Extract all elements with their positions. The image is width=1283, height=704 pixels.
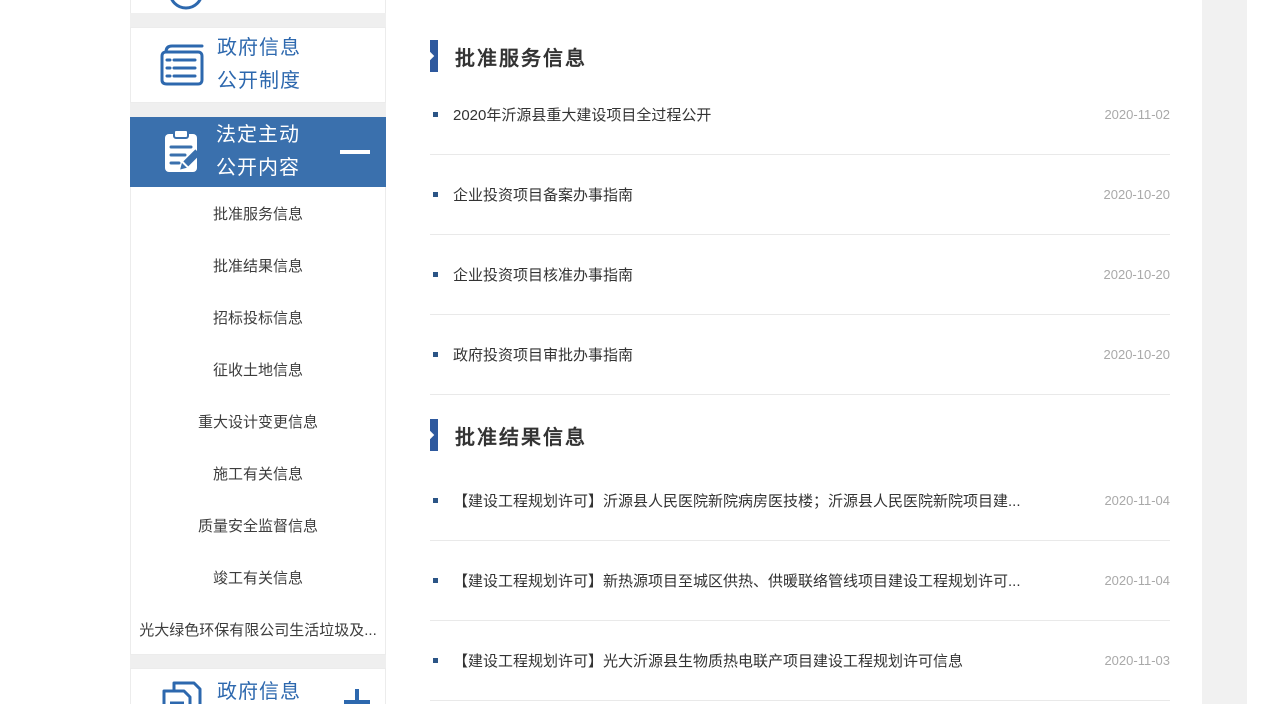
- page: 公开指南 政府信息 公开制度: [0, 0, 1283, 704]
- list-item[interactable]: 企业投资项目备案办事指南 2020-10-20: [430, 155, 1170, 235]
- sidebar-gap: [130, 103, 386, 117]
- section-bar-icon: [430, 419, 438, 451]
- collapse-icon[interactable]: [340, 150, 370, 154]
- sidebar-submenu: 批准服务信息 批准结果信息 招标投标信息 征收土地信息 重大设计变更信息 施工有…: [130, 187, 386, 655]
- item-title: 2020年沂源县重大建设项目全过程公开: [453, 104, 1084, 125]
- sidebar-item-label: 政府信息 公开制度: [217, 32, 301, 98]
- bullet-icon: [433, 498, 438, 503]
- list-item[interactable]: 政府投资项目审批办事指南 2020-10-20: [430, 315, 1170, 395]
- sidebar-item-gov-info-disclosure-system[interactable]: 政府信息 公开制度: [130, 27, 386, 103]
- section-title: 批准服务信息: [455, 42, 587, 71]
- list-item[interactable]: 【建设工程规划许可】新热源项目至城区供热、供暖联络管线项目建设工程规划许可...…: [430, 541, 1170, 621]
- documents-icon: [157, 679, 207, 704]
- item-date: 2020-11-02: [1104, 107, 1170, 122]
- sidebar-subitem-major-design-change[interactable]: 重大设计变更信息: [131, 395, 385, 447]
- sidebar-subitem-everbright-waste[interactable]: 光大绿色环保有限公司生活垃圾及...: [131, 603, 385, 655]
- clipboard-pencil-icon: [156, 128, 206, 176]
- sidebar-gap: [130, 655, 386, 668]
- circle-badge-icon: [161, 0, 211, 11]
- item-date: 2020-11-04: [1104, 573, 1170, 588]
- bullet-icon: [433, 192, 438, 197]
- item-title: 【建设工程规划许可】新热源项目至城区供热、供暖联络管线项目建设工程规划许可...: [453, 570, 1084, 591]
- section-header-approval-service: 批准服务信息: [430, 40, 1170, 72]
- sidebar-subitem-construction[interactable]: 施工有关信息: [131, 447, 385, 499]
- list-item[interactable]: 【建设工程规划许可】光大沂源县生物质热电联产项目建设工程规划许可信息 2020-…: [430, 621, 1170, 701]
- list-item[interactable]: 企业投资项目核准办事指南 2020-10-20: [430, 235, 1170, 315]
- sidebar-gap: [130, 13, 386, 27]
- section-bar-icon: [430, 40, 438, 72]
- sidebar-item-disclosure-guide[interactable]: 公开指南: [130, 0, 386, 13]
- sidebar-item-gov-info[interactable]: 政府信息: [130, 668, 386, 704]
- section-title: 批准结果信息: [455, 421, 587, 450]
- sidebar-subitem-approval-result[interactable]: 批准结果信息: [131, 239, 385, 291]
- approval-result-list: 【建设工程规划许可】沂源县人民医院新院病房医技楼；沂源县人民医院新院项目建...…: [430, 461, 1170, 701]
- sidebar: 公开指南 政府信息 公开制度: [130, 0, 386, 704]
- list-item[interactable]: 【建设工程规划许可】沂源县人民医院新院病房医技楼；沂源县人民医院新院项目建...…: [430, 461, 1170, 541]
- sidebar-subitem-bidding[interactable]: 招标投标信息: [131, 291, 385, 343]
- item-title: 企业投资项目备案办事指南: [453, 184, 1084, 205]
- main-content: 批准服务信息 2020年沂源县重大建设项目全过程公开 2020-11-02 企业…: [430, 0, 1170, 701]
- sidebar-subitem-land-acquisition[interactable]: 征收土地信息: [131, 343, 385, 395]
- list-item[interactable]: 2020年沂源县重大建设项目全过程公开 2020-11-02: [430, 75, 1170, 155]
- sidebar-subitem-completion[interactable]: 竣工有关信息: [131, 551, 385, 603]
- sidebar-item-statutory-active-disclosure[interactable]: 法定主动 公开内容: [130, 117, 386, 187]
- bullet-icon: [433, 658, 438, 663]
- sidebar-item-label: 法定主动 公开内容: [216, 119, 300, 185]
- approval-service-list: 2020年沂源县重大建设项目全过程公开 2020-11-02 企业投资项目备案办…: [430, 75, 1170, 395]
- bullet-icon: [433, 578, 438, 583]
- item-date: 2020-11-04: [1104, 493, 1170, 508]
- item-title: 【建设工程规划许可】光大沂源县生物质热电联产项目建设工程规划许可信息: [453, 650, 1084, 671]
- item-date: 2020-11-03: [1104, 653, 1170, 668]
- page-background-strip: [1202, 0, 1247, 704]
- item-title: 企业投资项目核准办事指南: [453, 264, 1084, 285]
- item-date: 2020-10-20: [1104, 187, 1171, 202]
- bullet-icon: [433, 112, 438, 117]
- expand-icon[interactable]: [344, 689, 370, 704]
- item-date: 2020-10-20: [1104, 267, 1171, 282]
- sidebar-item-label: 政府信息: [217, 676, 301, 704]
- sidebar-subitem-quality-safety[interactable]: 质量安全监督信息: [131, 499, 385, 551]
- notebook-icon: [157, 42, 207, 88]
- item-title: 【建设工程规划许可】沂源县人民医院新院病房医技楼；沂源县人民医院新院项目建...: [453, 490, 1084, 511]
- section-header-approval-result: 批准结果信息: [430, 419, 1170, 451]
- sidebar-subitem-approval-service[interactable]: 批准服务信息: [131, 187, 385, 239]
- item-date: 2020-10-20: [1104, 347, 1171, 362]
- bullet-icon: [433, 272, 438, 277]
- item-title: 政府投资项目审批办事指南: [453, 344, 1084, 365]
- sidebar-item-label: 公开指南: [227, 0, 311, 9]
- bullet-icon: [433, 352, 438, 357]
